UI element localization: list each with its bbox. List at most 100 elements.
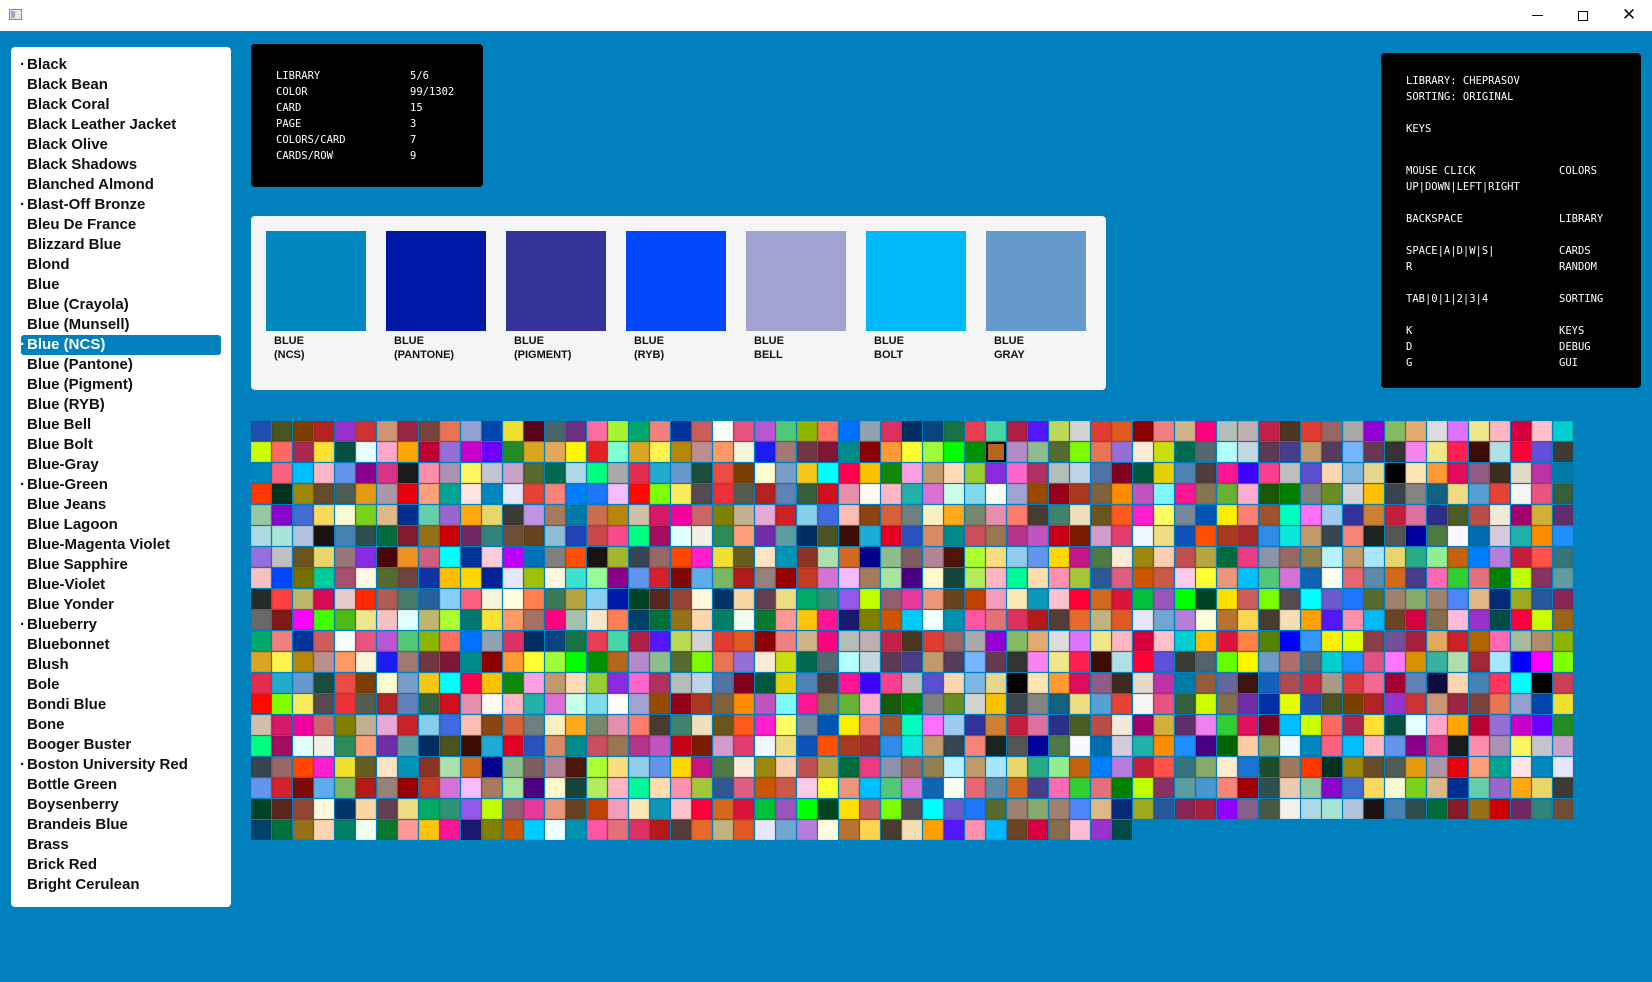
palette-cell[interactable] <box>335 610 355 630</box>
palette-cell[interactable] <box>335 799 355 819</box>
palette-cell[interactable] <box>839 799 859 819</box>
palette-cell[interactable] <box>356 547 376 567</box>
palette-cell[interactable] <box>902 463 922 483</box>
palette-cell[interactable] <box>1175 421 1195 441</box>
palette-cell[interactable] <box>1049 484 1069 504</box>
palette-cell[interactable] <box>272 778 292 798</box>
palette-cell[interactable] <box>1469 652 1489 672</box>
palette-cell[interactable] <box>860 484 880 504</box>
palette-cell[interactable] <box>1175 715 1195 735</box>
palette-cell[interactable] <box>839 631 859 651</box>
palette-cell[interactable] <box>1406 673 1426 693</box>
palette-cell[interactable] <box>524 631 544 651</box>
palette-cell[interactable] <box>923 673 943 693</box>
palette-cell[interactable] <box>461 547 481 567</box>
palette-cell[interactable] <box>1091 799 1111 819</box>
palette-cell[interactable] <box>1322 694 1342 714</box>
palette-cell[interactable] <box>839 757 859 777</box>
palette-cell[interactable] <box>1448 610 1468 630</box>
palette-cell[interactable] <box>1028 652 1048 672</box>
palette-cell[interactable] <box>314 736 334 756</box>
palette-cell[interactable] <box>1364 715 1384 735</box>
palette-cell[interactable] <box>713 652 733 672</box>
palette-cell[interactable] <box>398 421 418 441</box>
palette-cell[interactable] <box>1301 673 1321 693</box>
palette-cell[interactable] <box>755 736 775 756</box>
palette-cell[interactable] <box>503 652 523 672</box>
palette-cell[interactable] <box>440 547 460 567</box>
palette-cell[interactable] <box>1427 589 1447 609</box>
palette-cell[interactable] <box>1469 589 1489 609</box>
palette-cell[interactable] <box>1112 694 1132 714</box>
palette-cell[interactable] <box>1343 799 1363 819</box>
palette-cell[interactable] <box>1196 757 1216 777</box>
palette-cell[interactable] <box>314 589 334 609</box>
palette-cell[interactable] <box>818 631 838 651</box>
palette-cell[interactable] <box>587 820 607 840</box>
palette-cell[interactable] <box>314 526 334 546</box>
palette-cell[interactable] <box>251 652 271 672</box>
palette-cell[interactable] <box>377 778 397 798</box>
palette-cell[interactable] <box>1490 568 1510 588</box>
palette-cell[interactable] <box>776 799 796 819</box>
palette-cell[interactable] <box>587 505 607 525</box>
card-swatch[interactable] <box>266 231 366 331</box>
palette-cell[interactable] <box>1490 505 1510 525</box>
palette-cell[interactable] <box>881 484 901 504</box>
palette-cell[interactable] <box>314 652 334 672</box>
palette-cell[interactable] <box>797 463 817 483</box>
palette-cell[interactable] <box>1049 589 1069 609</box>
palette-cell[interactable] <box>1028 757 1048 777</box>
palette-cell[interactable] <box>692 673 712 693</box>
palette-cell[interactable] <box>545 778 565 798</box>
palette-cell[interactable] <box>1196 631 1216 651</box>
palette-cell[interactable] <box>1427 421 1447 441</box>
palette-cell[interactable] <box>881 778 901 798</box>
palette-cell[interactable] <box>1343 610 1363 630</box>
palette-cell[interactable] <box>335 778 355 798</box>
palette-cell[interactable] <box>965 421 985 441</box>
palette-cell[interactable] <box>986 526 1006 546</box>
palette-cell[interactable] <box>1196 673 1216 693</box>
palette-cell[interactable] <box>251 484 271 504</box>
palette-cell[interactable] <box>776 673 796 693</box>
palette-cell[interactable] <box>1280 694 1300 714</box>
palette-cell[interactable] <box>1154 715 1174 735</box>
palette-cell[interactable] <box>1196 652 1216 672</box>
card-swatch[interactable] <box>746 231 846 331</box>
palette-cell[interactable] <box>1133 547 1153 567</box>
palette-cell[interactable] <box>293 694 313 714</box>
palette-cell[interactable] <box>1259 484 1279 504</box>
palette-cell[interactable] <box>566 631 586 651</box>
palette-cell[interactable] <box>587 673 607 693</box>
palette-cell[interactable] <box>293 442 313 462</box>
palette-cell[interactable] <box>1532 442 1552 462</box>
palette-cell[interactable] <box>1259 652 1279 672</box>
palette-cell[interactable] <box>1280 736 1300 756</box>
palette-cell[interactable] <box>671 799 691 819</box>
palette-cell[interactable] <box>1112 463 1132 483</box>
palette-cell[interactable] <box>1133 694 1153 714</box>
palette-cell[interactable] <box>419 463 439 483</box>
palette-cell[interactable] <box>797 526 817 546</box>
palette-cell[interactable] <box>1196 589 1216 609</box>
palette-cell[interactable] <box>524 463 544 483</box>
palette-cell[interactable] <box>755 778 775 798</box>
palette-cell[interactable] <box>1133 610 1153 630</box>
palette-cell[interactable] <box>566 484 586 504</box>
palette-cell[interactable] <box>776 463 796 483</box>
palette-cell[interactable] <box>587 526 607 546</box>
palette-cell[interactable] <box>1112 799 1132 819</box>
palette-cell[interactable] <box>965 673 985 693</box>
palette-cell[interactable] <box>524 505 544 525</box>
palette-cell[interactable] <box>1238 610 1258 630</box>
palette-cell[interactable] <box>839 526 859 546</box>
palette-cell[interactable] <box>1007 421 1027 441</box>
palette-cell[interactable] <box>1343 757 1363 777</box>
palette-cell[interactable] <box>1385 589 1405 609</box>
palette-cell[interactable] <box>1217 421 1237 441</box>
color-list-item[interactable]: Blue-Magenta Violet <box>21 535 221 555</box>
palette-cell[interactable] <box>1385 484 1405 504</box>
palette-cell[interactable] <box>503 631 523 651</box>
palette-cell[interactable] <box>650 757 670 777</box>
